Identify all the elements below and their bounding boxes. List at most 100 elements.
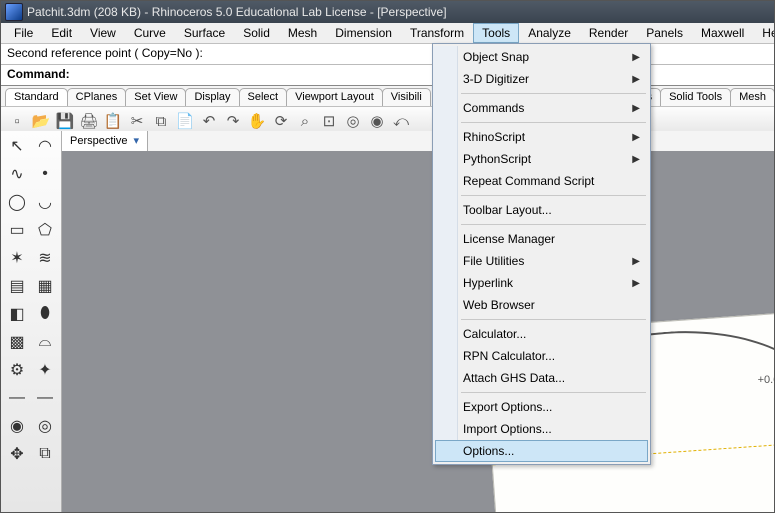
menu-surface[interactable]: Surface — [175, 23, 234, 43]
menu-edit[interactable]: Edit — [42, 23, 81, 43]
tab-mesh[interactable]: Mesh — [730, 88, 775, 106]
pipe-icon[interactable]: ⌓ — [34, 331, 56, 353]
menu-file[interactable]: File — [5, 23, 42, 43]
menu-item-label: RPN Calculator... — [463, 349, 555, 363]
menu-item-attach-ghs-data[interactable]: Attach GHS Data... — [435, 367, 648, 389]
tab-standard[interactable]: Standard — [5, 88, 68, 106]
zoom-selected-icon[interactable]: ◉ — [367, 111, 387, 131]
menu-item-export-options[interactable]: Export Options... — [435, 396, 648, 418]
menu-item-file-utilities[interactable]: File Utilities▶ — [435, 250, 648, 272]
gear-icon[interactable]: ⚙ — [6, 359, 28, 381]
tab-visibili[interactable]: Visibili — [382, 88, 431, 106]
menu-mesh[interactable]: Mesh — [279, 23, 326, 43]
menu-item-label: Repeat Command Script — [463, 174, 594, 188]
offset-icon[interactable]: ≋ — [34, 247, 56, 269]
properties-icon[interactable]: 📋 — [103, 111, 123, 131]
viewport-canvas[interactable]: +0.00 m — [62, 151, 774, 512]
menu-item-label: Calculator... — [463, 327, 526, 341]
menu-panels[interactable]: Panels — [637, 23, 692, 43]
paste-icon[interactable]: 📄 — [175, 111, 195, 131]
menu-render[interactable]: Render — [580, 23, 637, 43]
circle-icon[interactable]: ◯ — [6, 191, 28, 213]
tab-cplanes[interactable]: CPlanes — [67, 88, 127, 106]
cylinder-icon[interactable]: ⬮ — [34, 303, 56, 325]
command-line[interactable]: Command: — [1, 65, 774, 86]
rotate-icon[interactable]: ⟳ — [271, 111, 291, 131]
menu-maxwell[interactable]: Maxwell — [692, 23, 753, 43]
rectangle-icon[interactable]: ▭ — [6, 219, 28, 241]
pointer-icon[interactable]: ↖ — [6, 135, 28, 157]
menu-item-toolbar-layout[interactable]: Toolbar Layout... — [435, 199, 648, 221]
tab-viewport-layout[interactable]: Viewport Layout — [286, 88, 383, 106]
menu-item-rpn-calculator[interactable]: RPN Calculator... — [435, 345, 648, 367]
menu-item-object-snap[interactable]: Object Snap▶ — [435, 46, 648, 68]
divider-icon[interactable]: — — [34, 387, 56, 409]
zoom-extents-icon[interactable]: ⊡ — [319, 111, 339, 131]
tab-set-view[interactable]: Set View — [125, 88, 186, 106]
tab-solid-tools[interactable]: Solid Tools — [660, 88, 731, 106]
menu-help[interactable]: Help — [753, 23, 775, 43]
menu-item-import-options[interactable]: Import Options... — [435, 418, 648, 440]
zoom-target-icon[interactable]: ◎ — [343, 111, 363, 131]
move-icon[interactable]: ✥ — [6, 443, 28, 465]
surface-plane-icon[interactable]: ▤ — [6, 275, 28, 297]
menu-item-hyperlink[interactable]: Hyperlink▶ — [435, 272, 648, 294]
surface-loft-icon[interactable]: ▦ — [34, 275, 56, 297]
menu-separator — [461, 93, 646, 94]
menu-item-pythonscript[interactable]: PythonScript▶ — [435, 148, 648, 170]
menu-separator — [461, 224, 646, 225]
polygon-icon[interactable]: ⬠ — [34, 219, 56, 241]
tab-display[interactable]: Display — [185, 88, 239, 106]
lasso-icon[interactable]: ◠ — [34, 135, 56, 157]
menu-item-commands[interactable]: Commands▶ — [435, 97, 648, 119]
polyline-icon[interactable]: ∿ — [6, 163, 28, 185]
menu-item-label: PythonScript — [463, 152, 531, 166]
menu-item-label: Toolbar Layout... — [463, 203, 552, 217]
menu-solid[interactable]: Solid — [234, 23, 279, 43]
tab-select[interactable]: Select — [239, 88, 288, 106]
curve-tools-icon[interactable]: ✶ — [6, 247, 28, 269]
mesh-icon[interactable]: ▩ — [6, 331, 28, 353]
work-area: ↖ ◠ ∿ • ◯ ◡ ▭ ⬠ ✶ ≋ ▤ ▦ ◧ ⬮ ▩ ⌓ ⚙ ✦ — — ◉ ◎ ✥ ⧉ Perspective ▾ +… — [1, 131, 774, 512]
submenu-arrow-icon: ▶ — [632, 52, 640, 63]
redo-icon[interactable]: ↷ — [223, 111, 243, 131]
menu-analyze[interactable]: Analyze — [519, 23, 580, 43]
menu-view[interactable]: View — [81, 23, 125, 43]
menu-item-license-manager[interactable]: License Manager — [435, 228, 648, 250]
undo-icon[interactable]: ↶ — [199, 111, 219, 131]
box-icon[interactable]: ◧ — [6, 303, 28, 325]
viewport-tab-perspective[interactable]: Perspective ▾ — [62, 131, 148, 151]
menu-item-options[interactable]: Options... — [435, 440, 648, 462]
menu-item-label: Import Options... — [463, 422, 552, 436]
dimension-label: +0.00 m — [758, 374, 774, 386]
arc-icon[interactable]: ◡ — [34, 191, 56, 213]
zoom-window-icon[interactable]: ⌕ — [295, 111, 315, 131]
zoom-previous-icon[interactable]: ⤺ — [391, 111, 411, 131]
menu-transform[interactable]: Transform — [401, 23, 473, 43]
menu-item-rhinoscript[interactable]: RhinoScript▶ — [435, 126, 648, 148]
save-icon[interactable]: 💾 — [55, 111, 75, 131]
group-icon[interactable]: ◉ — [6, 415, 28, 437]
ungroup-icon[interactable]: ◎ — [34, 415, 56, 437]
chevron-down-icon[interactable]: ▾ — [134, 135, 140, 147]
menu-item-3-d-digitizer[interactable]: 3-D Digitizer▶ — [435, 68, 648, 90]
menu-item-repeat-command-script[interactable]: Repeat Command Script — [435, 170, 648, 192]
open-icon[interactable]: 📂 — [31, 111, 51, 131]
menu-curve[interactable]: Curve — [125, 23, 175, 43]
menu-separator — [461, 319, 646, 320]
print-icon[interactable]: 🖨 — [79, 111, 99, 131]
menu-item-web-browser[interactable]: Web Browser — [435, 294, 648, 316]
explode-icon[interactable]: ✦ — [34, 359, 56, 381]
divider-icon[interactable]: — — [6, 387, 28, 409]
menu-item-calculator[interactable]: Calculator... — [435, 323, 648, 345]
point-icon[interactable]: • — [34, 163, 56, 185]
pan-icon[interactable]: ✋ — [247, 111, 267, 131]
cut-icon[interactable]: ✂ — [127, 111, 147, 131]
viewport-panel: Perspective ▾ +0.00 m — [62, 131, 774, 512]
new-icon[interactable]: ▫ — [7, 111, 27, 131]
menu-item-label: Options... — [463, 444, 514, 458]
copy-icon[interactable]: ⧉ — [151, 111, 171, 131]
menu-dimension[interactable]: Dimension — [326, 23, 401, 43]
copy-icon[interactable]: ⧉ — [34, 443, 56, 465]
menu-tools[interactable]: Tools — [473, 23, 519, 43]
